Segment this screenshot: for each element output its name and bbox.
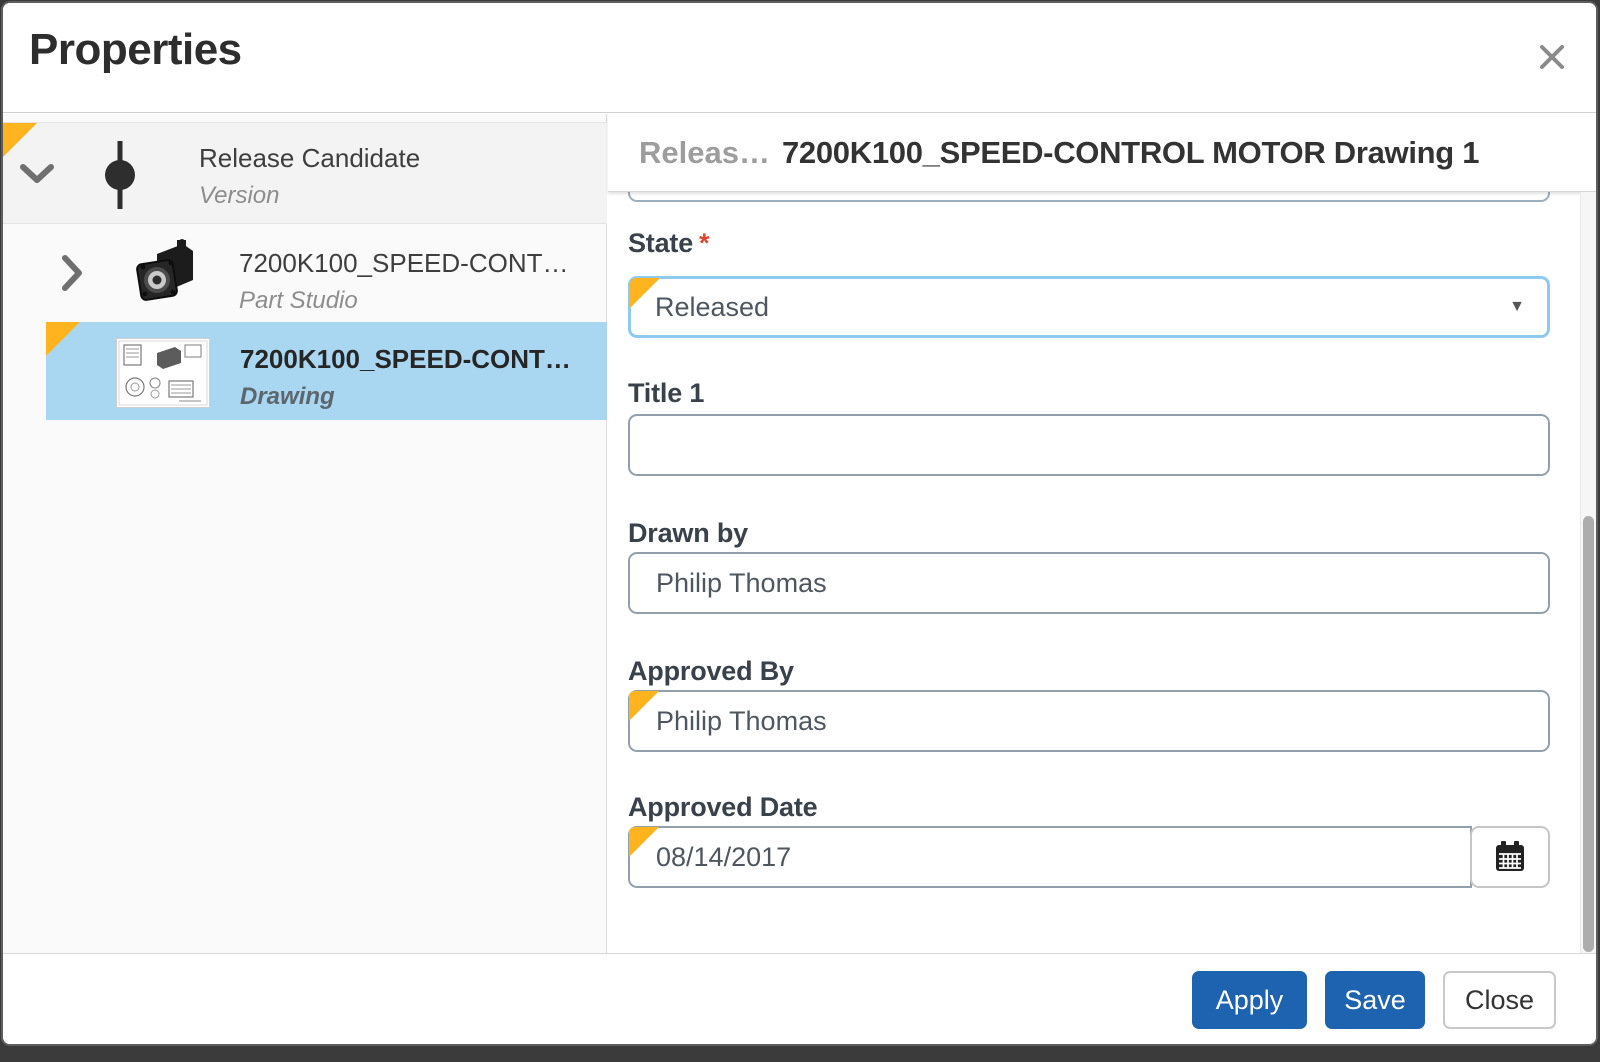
- item-header: Releas… 7200K100_SPEED-CONTROL MOTOR Dra…: [608, 114, 1596, 192]
- save-button[interactable]: Save: [1325, 971, 1425, 1029]
- close-button[interactable]: Close: [1443, 971, 1556, 1029]
- title1-input[interactable]: [628, 414, 1550, 476]
- modified-flag-icon: [3, 123, 37, 157]
- modified-flag-icon: [46, 322, 80, 356]
- tree-item-subtitle: Drawing: [240, 383, 571, 411]
- properties-dialog: Properties Release Candidate Version: [1, 1, 1598, 1046]
- properties-form-panel: Releas… 7200K100_SPEED-CONTROL MOTOR Dra…: [608, 114, 1596, 953]
- approved-date-input[interactable]: [628, 826, 1472, 888]
- state-label-text: State: [628, 228, 693, 258]
- dialog-header: Properties: [3, 3, 1596, 113]
- calendar-button[interactable]: [1470, 826, 1550, 888]
- state-value: Released: [655, 292, 769, 323]
- drawing-thumbnail-art: [117, 339, 209, 407]
- calendar-icon: [1494, 840, 1526, 874]
- chevron-down-icon[interactable]: [19, 163, 55, 185]
- state-field-wrap: Released ▼: [628, 276, 1550, 338]
- close-x-glyph: [1538, 43, 1566, 71]
- drawn-by-field-wrap: [628, 552, 1550, 614]
- drawing-thumbnail: [116, 338, 210, 408]
- scrollbar-thumb[interactable]: [1583, 516, 1594, 952]
- document-tree-panel: Release Candidate Version: [3, 114, 607, 953]
- tree-row-part-studio[interactable]: 7200K100_SPEED-CONT… Part Studio: [3, 224, 607, 322]
- part-studio-thumbnail: [133, 238, 197, 316]
- form-scroll-area: State* Released ▼ Title 1 Drawn by Appro…: [608, 192, 1580, 953]
- modified-flag-icon: [629, 827, 659, 857]
- drawn-by-label: Drawn by: [628, 518, 1550, 549]
- tree-item-subtitle: Version: [199, 182, 420, 210]
- required-asterisk: *: [699, 228, 709, 258]
- drawn-by-input[interactable]: [628, 552, 1550, 614]
- approved-by-field-wrap: [628, 690, 1550, 752]
- chevron-down-icon: ▼: [1509, 298, 1525, 316]
- tree-item-text: Release Candidate Version: [199, 143, 420, 210]
- tree-item-subtitle: Part Studio: [239, 287, 568, 315]
- approved-by-input[interactable]: [628, 690, 1550, 752]
- tree-item-title: 7200K100_SPEED-CONT…: [240, 344, 571, 375]
- dialog-title: Properties: [29, 25, 242, 75]
- approved-date-label: Approved Date: [628, 792, 1550, 823]
- breadcrumb: Releas…: [639, 135, 770, 171]
- page: { "dialog": { "title": "Properties" }, "…: [0, 0, 1600, 1062]
- tree-item-text: 7200K100_SPEED-CONT… Drawing: [240, 344, 571, 411]
- tree-row-drawing-selected[interactable]: 7200K100_SPEED-CONT… Drawing: [46, 322, 607, 420]
- version-node-icon: [103, 135, 137, 215]
- approved-by-label: Approved By: [628, 656, 1550, 687]
- title1-label: Title 1: [628, 378, 1550, 409]
- cutoff-field-above[interactable]: [628, 192, 1550, 202]
- chevron-right-icon[interactable]: [61, 254, 85, 292]
- tree-item-title: Release Candidate: [199, 143, 420, 174]
- tree-row-version[interactable]: Release Candidate Version: [3, 122, 607, 224]
- tree-item-text: 7200K100_SPEED-CONT… Part Studio: [239, 248, 568, 315]
- approved-date-group: [628, 826, 1550, 888]
- title1-field-wrap: [628, 414, 1550, 476]
- tree-item-title: 7200K100_SPEED-CONT…: [239, 248, 568, 279]
- item-title: 7200K100_SPEED-CONTROL MOTOR Drawing 1: [782, 135, 1479, 171]
- close-icon[interactable]: [1536, 41, 1568, 73]
- dialog-footer: Apply Save Close: [3, 953, 1596, 1046]
- modified-flag-icon: [629, 691, 659, 721]
- vertical-scrollbar[interactable]: [1580, 192, 1596, 953]
- apply-button[interactable]: Apply: [1192, 971, 1307, 1029]
- state-select[interactable]: Released ▼: [628, 276, 1550, 338]
- state-label: State*: [628, 228, 1550, 259]
- modified-flag-icon: [630, 278, 660, 308]
